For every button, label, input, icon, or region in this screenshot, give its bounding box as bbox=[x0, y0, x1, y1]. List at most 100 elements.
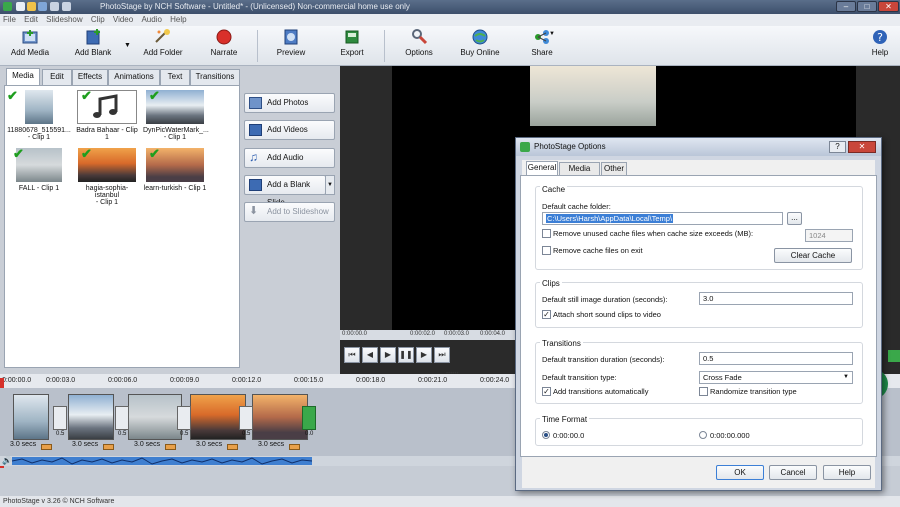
close-icon[interactable]: ✕ bbox=[848, 141, 876, 153]
go-to-start-icon[interactable]: ⏮ bbox=[344, 347, 360, 363]
new-icon[interactable] bbox=[16, 2, 25, 11]
step-back-icon[interactable]: ◀ bbox=[362, 347, 378, 363]
close-button[interactable]: ✕ bbox=[878, 1, 899, 12]
menu-video[interactable]: Video bbox=[110, 14, 136, 25]
blank-slide-dropdown-icon[interactable]: ▼ bbox=[325, 175, 335, 195]
buy-online-button[interactable]: Buy Online bbox=[456, 28, 504, 57]
export-button[interactable]: Export bbox=[333, 28, 371, 57]
time-format-radio-1[interactable] bbox=[542, 431, 550, 439]
media-item[interactable]: ✔ Badra Bahaar - Clip 1 bbox=[75, 89, 139, 141]
add-media-button[interactable]: Add Media bbox=[8, 28, 52, 57]
add-folder-button[interactable]: Add Folder bbox=[140, 28, 186, 57]
media-item[interactable]: ✔ learn-turkish - Clip 1 bbox=[143, 147, 207, 192]
tab-text[interactable]: Text bbox=[160, 69, 190, 85]
menu-slideshow[interactable]: Slideshow bbox=[43, 14, 85, 25]
redo-icon[interactable] bbox=[62, 2, 71, 11]
duration-handle-icon[interactable] bbox=[227, 444, 238, 450]
minimize-button[interactable]: – bbox=[836, 1, 856, 12]
add-photos-button[interactable]: Add Photos bbox=[244, 93, 335, 113]
attach-short-checkbox[interactable]: ✓ bbox=[542, 310, 551, 319]
clear-cache-button[interactable]: Clear Cache bbox=[774, 248, 852, 263]
add-auto-checkbox[interactable]: ✓ bbox=[542, 387, 551, 396]
pause-icon[interactable]: ❚❚ bbox=[398, 347, 414, 363]
tab-other[interactable]: Other bbox=[601, 162, 627, 176]
transition-marker[interactable] bbox=[115, 406, 129, 430]
duration-handle-icon[interactable] bbox=[103, 444, 114, 450]
tab-animations[interactable]: Animations bbox=[108, 69, 160, 85]
tab-media-files[interactable]: Media Files bbox=[559, 162, 600, 185]
step-forward-icon[interactable]: ▶ bbox=[416, 347, 432, 363]
ok-button[interactable]: OK bbox=[716, 465, 764, 480]
transition-marker[interactable] bbox=[177, 406, 191, 430]
speaker-icon: 🔊 bbox=[2, 456, 12, 465]
media-item[interactable]: ✔ DynPicWaterMark_... - Clip 1 bbox=[143, 89, 209, 141]
share-label: Share bbox=[531, 48, 553, 57]
menu-bar: File Edit Slideshow Clip Video Audio Hel… bbox=[0, 14, 900, 26]
open-icon[interactable] bbox=[27, 2, 36, 11]
timeline-clip[interactable] bbox=[252, 394, 308, 440]
add-videos-button[interactable]: Add Videos bbox=[244, 120, 335, 140]
help-icon: ? bbox=[871, 28, 889, 46]
media-item[interactable]: ✔ FALL - Clip 1 bbox=[7, 147, 71, 192]
still-duration-input[interactable]: 3.0 bbox=[699, 292, 853, 305]
transition-duration: 0.5 bbox=[180, 431, 189, 437]
duration-handle-icon[interactable] bbox=[165, 444, 176, 450]
clip-duration: 3.0 secs bbox=[72, 441, 99, 448]
side-panel-icon[interactable] bbox=[888, 350, 900, 362]
share-dropdown-icon[interactable]: ▼ bbox=[549, 31, 555, 37]
duration-handle-icon[interactable] bbox=[289, 444, 300, 450]
transition-duration-input[interactable]: 0.5 bbox=[699, 352, 853, 365]
remove-on-exit-checkbox[interactable] bbox=[542, 246, 551, 255]
time-format-radio-2[interactable] bbox=[699, 431, 707, 439]
transition-marker[interactable] bbox=[239, 406, 253, 430]
transition-duration: 0.5 bbox=[56, 431, 65, 437]
save-icon[interactable] bbox=[38, 2, 47, 11]
clip-duration: 3.0 secs bbox=[134, 441, 161, 448]
cancel-button[interactable]: Cancel bbox=[769, 465, 817, 480]
timeline-clip[interactable] bbox=[190, 394, 246, 440]
timeline-clip[interactable] bbox=[68, 394, 114, 440]
tab-media[interactable]: Media bbox=[6, 68, 40, 85]
transition-type-select[interactable]: Cross Fade ▼ bbox=[699, 371, 853, 384]
menu-help[interactable]: Help bbox=[167, 14, 189, 25]
narrate-button[interactable]: Narrate bbox=[204, 28, 244, 57]
help-button[interactable]: ? Help bbox=[866, 28, 894, 57]
undo-icon[interactable] bbox=[50, 2, 59, 11]
maximize-button[interactable]: □ bbox=[857, 1, 877, 12]
menu-edit[interactable]: Edit bbox=[21, 14, 41, 25]
options-button[interactable]: Options bbox=[398, 28, 440, 57]
dialog-help-button[interactable]: Help bbox=[823, 465, 871, 480]
cache-size-input: 1024 bbox=[805, 229, 853, 242]
add-blank-button[interactable]: Add Blank bbox=[70, 28, 116, 57]
tab-edit[interactable]: Edit bbox=[42, 69, 72, 85]
menu-audio[interactable]: Audio bbox=[138, 14, 164, 25]
transition-marker[interactable] bbox=[53, 406, 67, 430]
browse-button[interactable]: ... bbox=[787, 212, 802, 225]
duration-handle-icon[interactable] bbox=[41, 444, 52, 450]
go-to-end-icon[interactable]: ⏭ bbox=[434, 347, 450, 363]
add-transition-icon[interactable] bbox=[302, 406, 316, 430]
preview-button[interactable]: Preview bbox=[270, 28, 312, 57]
cache-folder-input[interactable]: C:\Users\Harsh\AppData\Local\Temp\ bbox=[542, 212, 783, 225]
tab-general[interactable]: General bbox=[526, 161, 558, 176]
menu-file[interactable]: File bbox=[0, 14, 19, 25]
remove-unused-checkbox[interactable] bbox=[542, 229, 551, 238]
randomize-checkbox[interactable] bbox=[699, 387, 708, 396]
transition-type-label: Default transition type: bbox=[542, 373, 617, 382]
play-icon[interactable]: ▶ bbox=[380, 347, 396, 363]
audio-waveform[interactable] bbox=[12, 457, 312, 465]
preview-ruler-tick: 0:00:04.0 bbox=[480, 331, 506, 337]
timeline-clip[interactable] bbox=[13, 394, 49, 440]
media-item[interactable]: ✔ 11880678_515591... - Clip 1 bbox=[7, 89, 71, 141]
transition-duration-label: Default transition duration (seconds): bbox=[542, 355, 665, 364]
media-item[interactable]: ✔ hagia-sophia-istanbul - Clip 1 bbox=[75, 147, 139, 206]
blank-slide-icon bbox=[249, 179, 262, 191]
help-icon[interactable]: ? bbox=[829, 141, 846, 153]
timeline-clip[interactable] bbox=[128, 394, 182, 440]
add-audio-button[interactable]: ♫ Add Audio bbox=[244, 148, 335, 168]
menu-clip[interactable]: Clip bbox=[88, 14, 108, 25]
tab-transitions[interactable]: Transitions bbox=[190, 69, 240, 85]
tab-effects[interactable]: Effects bbox=[72, 69, 108, 85]
add-blank-dropdown-icon[interactable]: ▼ bbox=[124, 42, 131, 49]
add-blank-slide-button[interactable]: Add a Blank Slide bbox=[244, 175, 326, 207]
